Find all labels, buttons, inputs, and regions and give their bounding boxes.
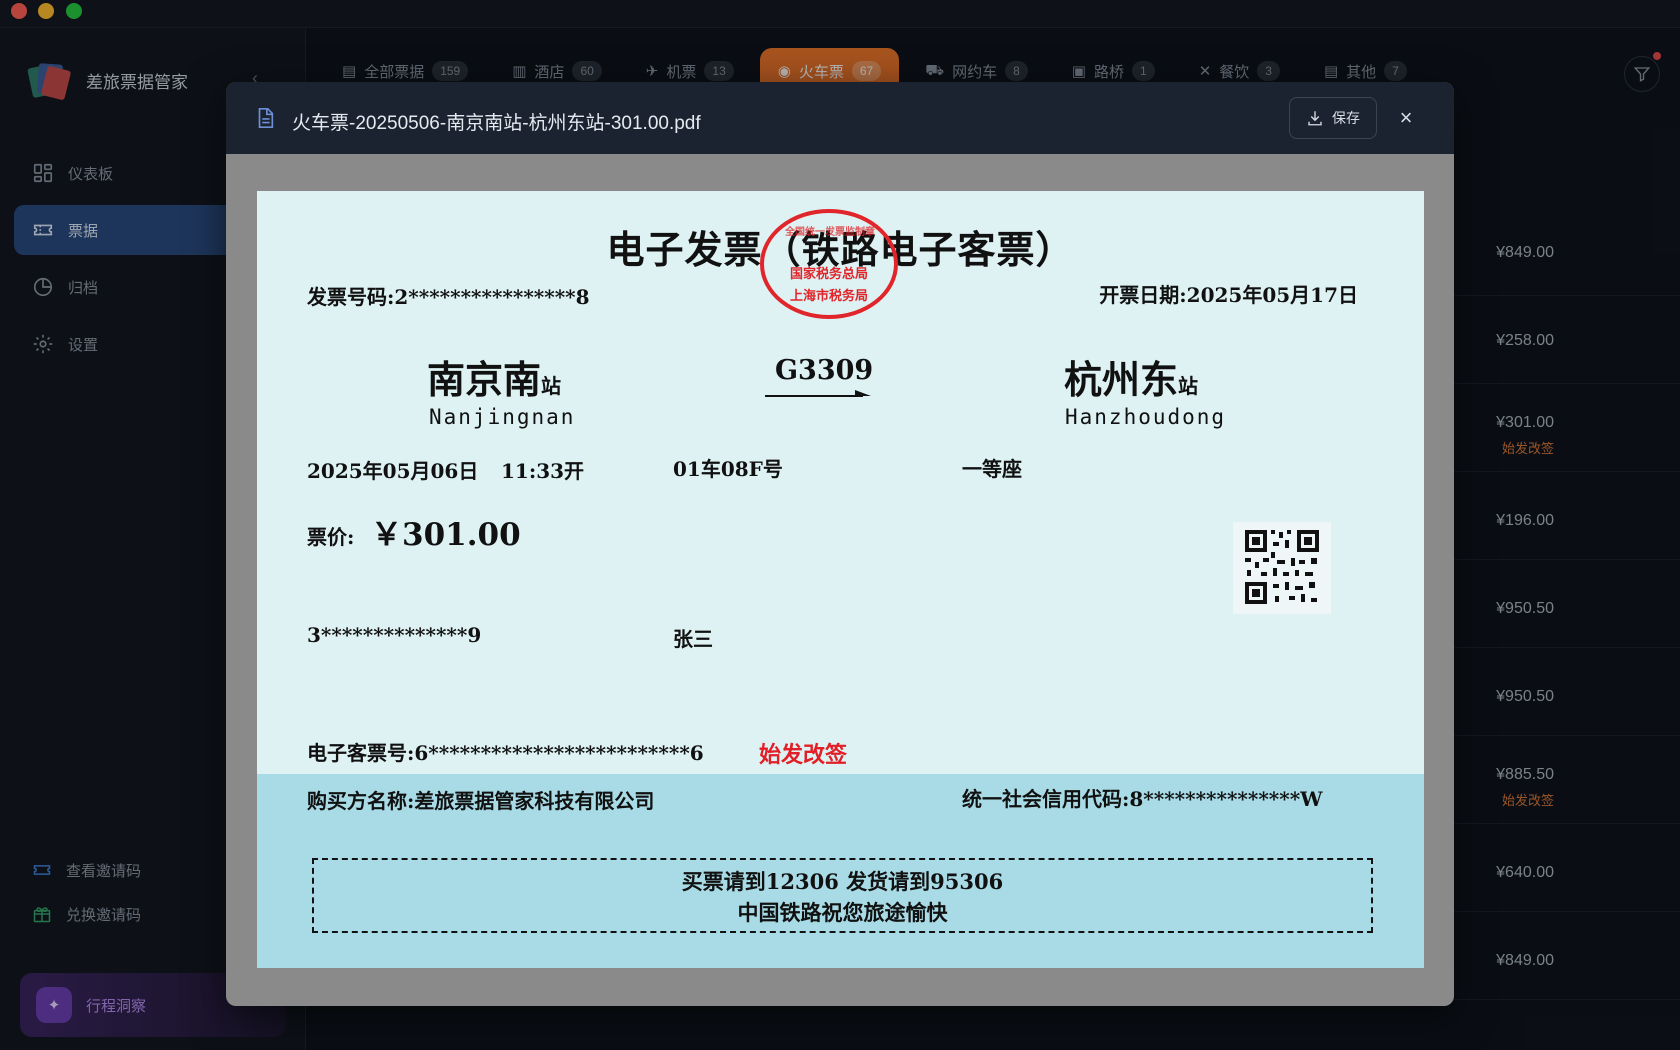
close-icon[interactable]: × <box>1394 106 1418 130</box>
change-mark: 始发改签 <box>759 742 848 768</box>
eticket-number: 电子客票号:6*************************6 <box>307 741 704 765</box>
station-suffix: 站 <box>541 374 562 398</box>
price-label: 票价: <box>307 525 355 549</box>
to-station: 杭州东站 <box>1064 349 1198 404</box>
document-icon <box>258 108 274 128</box>
from-station-name: 南京南 <box>427 357 542 402</box>
pdf-preview-modal: 火车票-20250506-南京南站-杭州东站-301.00.pdf 保存 × 电… <box>226 82 1454 1006</box>
modal-header: 火车票-20250506-南京南站-杭州东站-301.00.pdf 保存 × <box>226 82 1454 154</box>
seat-class: 一等座 <box>962 457 1022 481</box>
depart-date: 2025年05月06日 <box>307 459 479 483</box>
save-label: 保存 <box>1332 110 1360 126</box>
station-suffix: 站 <box>1178 374 1199 398</box>
from-station: 南京南站 <box>427 349 561 404</box>
stamp-line1: 国家税务总局 <box>789 267 868 282</box>
passenger-name: 张三 <box>673 627 713 651</box>
to-pinyin: Hanzhoudong <box>1065 405 1227 429</box>
stamp-line2: 上海市税务局 <box>789 289 868 304</box>
stamp-arc-text: 全国统一发票监制章 <box>785 227 875 238</box>
credit-code: 统一社会信用代码:8***************W <box>962 787 1323 811</box>
qr-code-icon <box>1245 530 1319 604</box>
download-icon <box>1308 111 1322 126</box>
train-ticket-invoice: 电子发票（铁路电子客票） 全国统一发票监制章 国家税务总局 上海市税务局 发票号… <box>257 191 1424 968</box>
train-number: G3309 <box>775 355 874 386</box>
ticket-price: ￥301.00 <box>371 517 521 553</box>
qr-code <box>1233 522 1331 614</box>
id-number: 3**************9 <box>307 623 482 647</box>
notice-box: 买票请到12306 发货请到95306 中国铁路祝您旅途愉快 <box>312 858 1373 933</box>
to-station-name: 杭州东 <box>1064 357 1179 402</box>
invoice-number: 发票号码:2****************8 <box>307 285 590 309</box>
notice-line2: 中国铁路祝您旅途愉快 <box>737 900 948 925</box>
issue-date: 开票日期:2025年05月17日 <box>1099 283 1358 307</box>
save-button[interactable]: 保存 <box>1289 97 1377 139</box>
tax-seal-stamp: 全国统一发票监制章 国家税务总局 上海市税务局 <box>760 209 898 319</box>
notice-line1: 买票请到12306 发货请到95306 <box>681 869 1004 894</box>
pdf-filename: 火车票-20250506-南京南站-杭州东站-301.00.pdf <box>292 113 701 134</box>
depart-time: 11:33开 <box>501 459 585 483</box>
from-pinyin: Nanjingnan <box>429 405 576 429</box>
buyer-name: 购买方名称:差旅票据管家科技有限公司 <box>307 789 655 813</box>
seat-number: 01车08F号 <box>673 457 783 481</box>
arrow-icon <box>765 390 871 397</box>
